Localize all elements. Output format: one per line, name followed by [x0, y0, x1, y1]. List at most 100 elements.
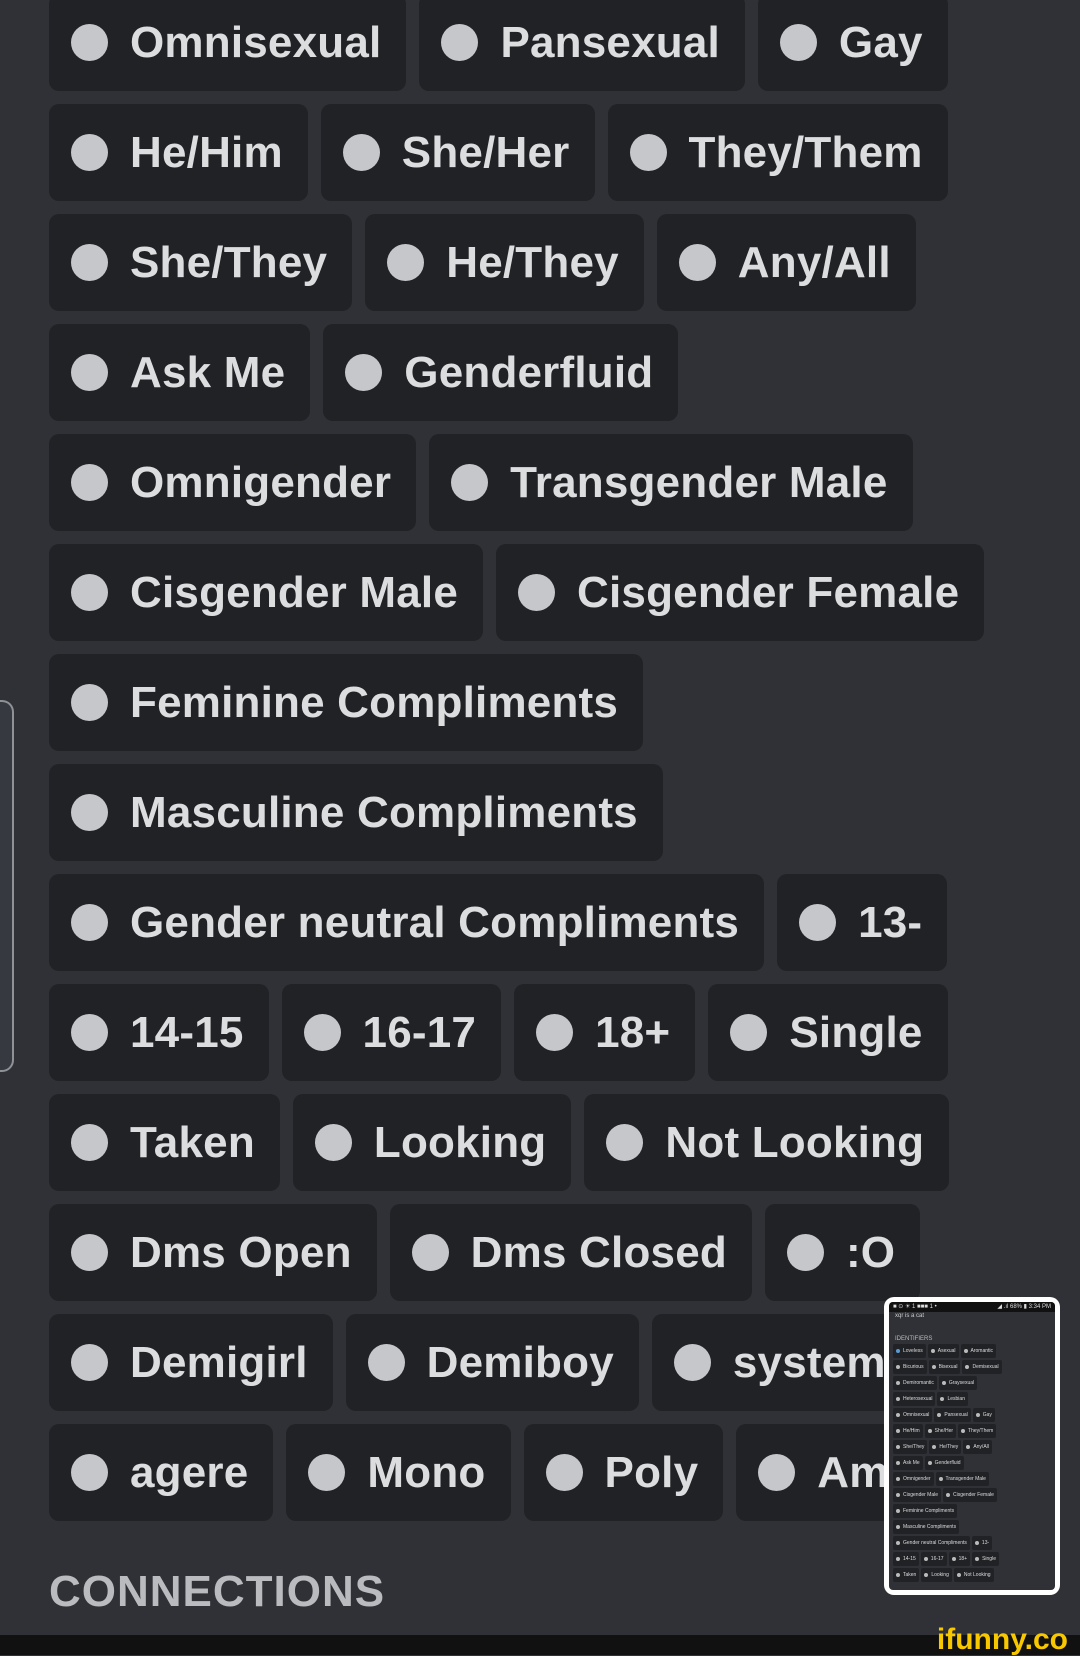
- role-label: Omnisexual: [130, 17, 382, 67]
- thumbnail-status-bar: ■ ⊙ ☀ 1 ■■■ 1 • ◢ .ıl 68% ▮ 3:34 PM: [889, 1302, 1055, 1312]
- role-label: Transgender Male: [510, 457, 888, 507]
- role-button[interactable]: 16-17: [281, 984, 502, 1081]
- thumbnail-role-pill: She/Her: [924, 1424, 957, 1438]
- thumbnail-status-left: ■ ⊙ ☀ 1 ■■■ 1 •: [893, 1304, 937, 1310]
- thumbnail-role-label: 13-: [981, 1540, 990, 1546]
- thumbnail-role-dot-icon: [923, 1557, 928, 1561]
- role-label: Feminine Compliments: [130, 677, 619, 727]
- role-button[interactable]: He/They: [365, 214, 644, 311]
- thumbnail-role-pill: Bisexual: [928, 1360, 961, 1374]
- role-color-dot-icon: [451, 464, 489, 501]
- role-button[interactable]: He/Him: [49, 104, 308, 201]
- thumbnail-role-label: Gender neutral Compliments: [903, 1540, 967, 1546]
- preview-thumbnail: ■ ⊙ ☀ 1 ■■■ 1 • ◢ .ıl 68% ▮ 3:34 PM xqr …: [884, 1297, 1060, 1595]
- thumbnail-title: xqr is a cat: [895, 1313, 925, 1319]
- thumbnail-role-dot-icon: [951, 1557, 956, 1561]
- role-button[interactable]: Ask Me: [49, 324, 311, 421]
- thumbnail-role-pill: Pansexual: [934, 1408, 971, 1422]
- thumbnail-role-dot-icon: [932, 1445, 937, 1449]
- role-button[interactable]: Dms Open: [49, 1204, 377, 1301]
- role-button[interactable]: Cisgender Male: [49, 544, 484, 641]
- role-button[interactable]: Feminine Compliments: [49, 654, 644, 751]
- role-label: Not Looking: [665, 1117, 925, 1167]
- thumbnail-role-dot-icon: [896, 1525, 900, 1529]
- thumbnail-role-dot-icon: [896, 1445, 900, 1449]
- role-label: Looking: [373, 1117, 547, 1167]
- thumbnail-role-label: Not Looking: [963, 1572, 991, 1578]
- role-button[interactable]: Gay: [757, 0, 948, 91]
- role-button[interactable]: Masculine Compliments: [49, 764, 663, 861]
- role-button[interactable]: Omnigender: [49, 434, 417, 531]
- thumbnail-role-row: He/Him She/Her They/Them: [889, 1424, 1055, 1438]
- role-button[interactable]: Demiboy: [345, 1314, 639, 1411]
- role-label: Demigirl: [130, 1337, 308, 1387]
- role-button[interactable]: Genderfluid: [323, 324, 679, 421]
- role-label: Masculine Compliments: [130, 787, 638, 837]
- thumbnail-role-label: Genderfluid: [934, 1460, 961, 1466]
- role-button[interactable]: 14-15: [49, 984, 269, 1081]
- thumbnail-role-pill: Aromantic: [960, 1344, 997, 1358]
- thumbnail-role-dot-icon: [975, 1557, 980, 1561]
- role-button[interactable]: Looking: [292, 1094, 572, 1191]
- role-button[interactable]: Mono: [286, 1424, 511, 1521]
- thumbnail-role-label: Aromantic: [970, 1348, 994, 1354]
- thumbnail-role-pill: Feminine Compliments: [893, 1504, 958, 1518]
- role-button[interactable]: Single: [708, 984, 948, 1081]
- role-button[interactable]: agere: [49, 1424, 274, 1521]
- role-button[interactable]: :O: [764, 1204, 921, 1301]
- role-button[interactable]: 18+: [514, 984, 696, 1081]
- role-button[interactable]: They/Them: [607, 104, 948, 201]
- role-button[interactable]: Omnisexual: [49, 0, 407, 91]
- thumbnail-role-dot-icon: [946, 1493, 951, 1497]
- role-button[interactable]: Any/All: [656, 214, 916, 311]
- role-label: 16-17: [362, 1007, 477, 1057]
- role-label: Pansexual: [500, 17, 720, 67]
- role-color-dot-icon: [367, 1344, 405, 1381]
- role-label: 18+: [595, 1007, 671, 1057]
- thumbnail-role-dot-icon: [896, 1573, 900, 1577]
- thumbnail-role-label: Bicurious: [903, 1364, 924, 1370]
- role-label: Mono: [367, 1447, 486, 1497]
- role-button[interactable]: Poly: [523, 1424, 724, 1521]
- thumbnail-role-pill: Bicurious: [893, 1360, 927, 1374]
- thumbnail-role-pill: Loveless: [893, 1344, 926, 1358]
- role-button[interactable]: Transgender Male: [429, 434, 913, 531]
- role-button[interactable]: Pansexual: [419, 0, 745, 91]
- role-button[interactable]: She/They: [49, 214, 353, 311]
- thumbnail-role-label: Cisgender Male: [903, 1492, 939, 1498]
- role-row: Omnigender Transgender Male: [49, 434, 1049, 531]
- role-label: He/Him: [130, 127, 283, 177]
- thumbnail-role-label: Ask Me: [903, 1460, 920, 1466]
- side-scroll-handle[interactable]: [0, 700, 14, 1072]
- role-button[interactable]: system: [651, 1314, 911, 1411]
- role-button[interactable]: Taken: [49, 1094, 280, 1191]
- thumbnail-role-row: Gender neutral Compliments 13-: [889, 1536, 1055, 1550]
- thumbnail-role-dot-icon: [930, 1349, 935, 1353]
- thumbnail-role-label: Feminine Compliments: [903, 1508, 955, 1514]
- role-label: Poly: [604, 1447, 699, 1497]
- role-color-dot-icon: [303, 1014, 341, 1051]
- role-label: Cisgender Female: [577, 567, 960, 617]
- role-color-dot-icon: [799, 904, 837, 941]
- role-label: Omnigender: [130, 457, 392, 507]
- thumbnail-role-dot-icon: [896, 1429, 900, 1433]
- role-color-dot-icon: [71, 574, 108, 611]
- thumbnail-role-label: Omnigender: [903, 1476, 931, 1482]
- role-button[interactable]: She/Her: [320, 104, 595, 201]
- thumbnail-role-pill: Gay: [972, 1408, 995, 1422]
- thumbnail-role-dot-icon: [931, 1365, 936, 1369]
- role-button[interactable]: Cisgender Female: [496, 544, 985, 641]
- thumbnail-role-pill: Single: [972, 1552, 999, 1566]
- role-label: They/Them: [688, 127, 923, 177]
- role-button[interactable]: Demigirl: [49, 1314, 333, 1411]
- connections-heading: CONNECTIONS: [49, 1567, 386, 1616]
- role-button[interactable]: 13-: [777, 874, 948, 971]
- role-label: Demiboy: [426, 1337, 614, 1387]
- role-button[interactable]: Not Looking: [584, 1094, 950, 1191]
- role-button[interactable]: Dms Closed: [389, 1204, 752, 1301]
- role-button[interactable]: Gender neutral Compliments: [49, 874, 765, 971]
- thumbnail-role-label: Gay: [982, 1412, 992, 1418]
- thumbnail-role-pill: Ask Me: [893, 1456, 923, 1470]
- role-label: 14-15: [130, 1007, 244, 1057]
- role-label: Gay: [838, 17, 923, 67]
